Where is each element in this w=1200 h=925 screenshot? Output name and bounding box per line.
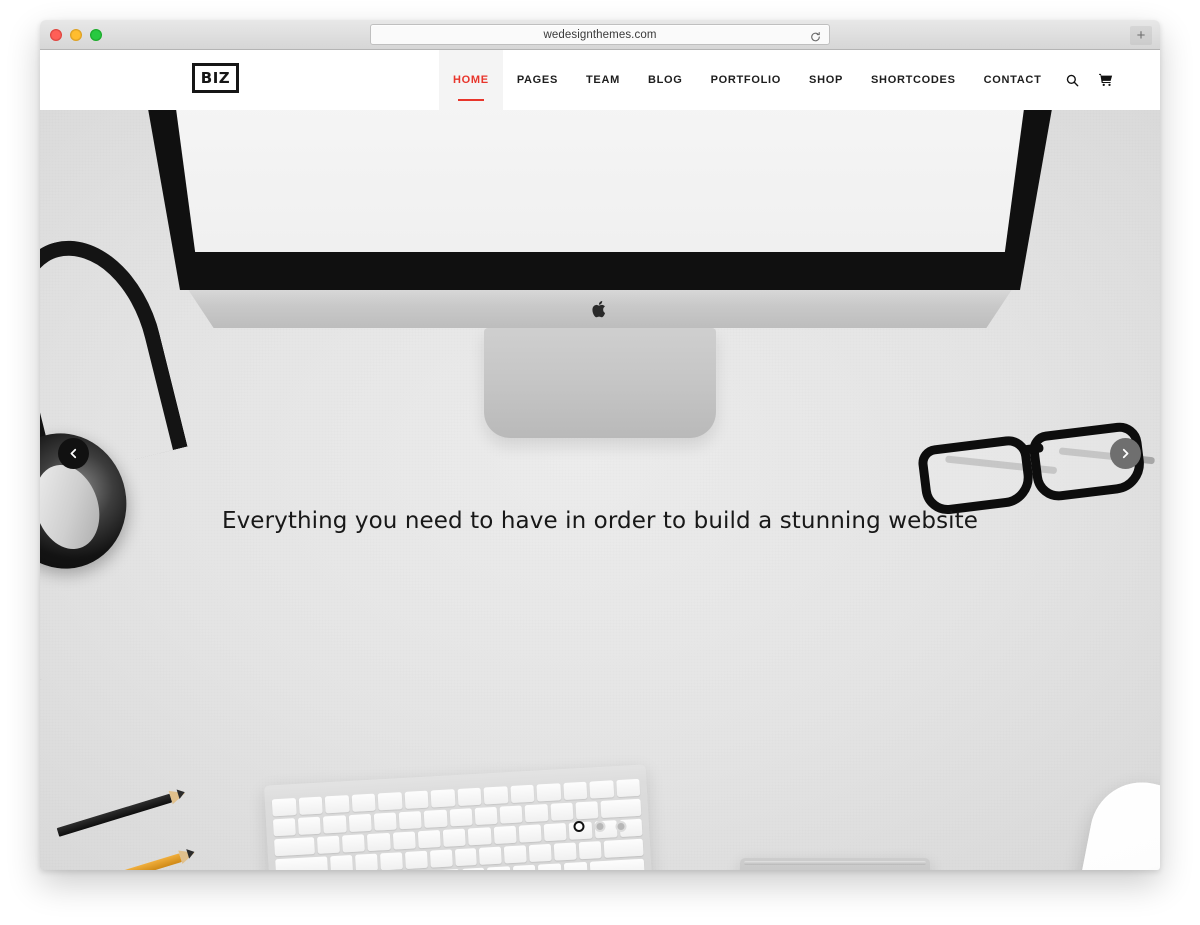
main-navigation: HOME PAGES TEAM BLOG PORTFOLIO SHOP SHOR…: [439, 50, 1123, 110]
close-button[interactable]: [50, 29, 62, 41]
hero-slider: Everything you need to have in order to …: [40, 110, 1160, 870]
slider-dot[interactable]: [594, 821, 606, 832]
chevron-left-icon: [70, 448, 77, 459]
nav-item-blog[interactable]: BLOG: [634, 50, 697, 110]
reload-icon[interactable]: [810, 29, 821, 41]
browser-window: wedesignthemes.com + BIZ HOME PAGES TEAM…: [40, 20, 1160, 870]
site-header: BIZ HOME PAGES TEAM BLOG PORTFOLIO SHOP …: [40, 50, 1160, 110]
search-icon[interactable]: [1056, 50, 1089, 110]
window-controls: [50, 29, 102, 41]
slider-dot[interactable]: [573, 821, 585, 832]
slider-pagination: [573, 821, 627, 832]
zoom-button[interactable]: [90, 29, 102, 41]
glasses-lens-left: [916, 433, 1037, 517]
url-text: wedesignthemes.com: [543, 28, 657, 41]
slider-prev-button[interactable]: [58, 438, 89, 469]
imac-stand: [484, 328, 716, 438]
chevron-right-icon: [1122, 448, 1129, 459]
imac-screen: [154, 110, 1046, 252]
cart-icon[interactable]: [1089, 50, 1123, 110]
apple-trackpad: [740, 858, 930, 870]
slider-dot[interactable]: [615, 821, 627, 832]
headphones: [40, 223, 202, 681]
new-tab-button[interactable]: +: [1130, 26, 1152, 45]
browser-titlebar: wedesignthemes.com +: [40, 20, 1160, 50]
hero-caption: Everything you need to have in order to …: [221, 508, 979, 534]
nav-item-pages[interactable]: PAGES: [503, 50, 572, 110]
logo-text: BIZ: [200, 69, 231, 87]
site-logo[interactable]: BIZ: [192, 63, 239, 93]
nav-item-contact[interactable]: CONTACT: [970, 50, 1056, 110]
address-bar[interactable]: wedesignthemes.com: [370, 24, 830, 45]
nav-item-portfolio[interactable]: PORTFOLIO: [697, 50, 795, 110]
imac-bezel: [120, 110, 1080, 290]
slider-next-button[interactable]: [1110, 438, 1141, 469]
nav-item-shortcodes[interactable]: SHORTCODES: [857, 50, 970, 110]
minimize-button[interactable]: [70, 29, 82, 41]
nav-item-team[interactable]: TEAM: [572, 50, 634, 110]
imac-chin: [188, 290, 1012, 328]
apple-logo-icon: [592, 301, 606, 318]
nav-item-shop[interactable]: SHOP: [795, 50, 857, 110]
imac-display: [100, 110, 1100, 438]
nav-item-home[interactable]: HOME: [439, 50, 503, 110]
